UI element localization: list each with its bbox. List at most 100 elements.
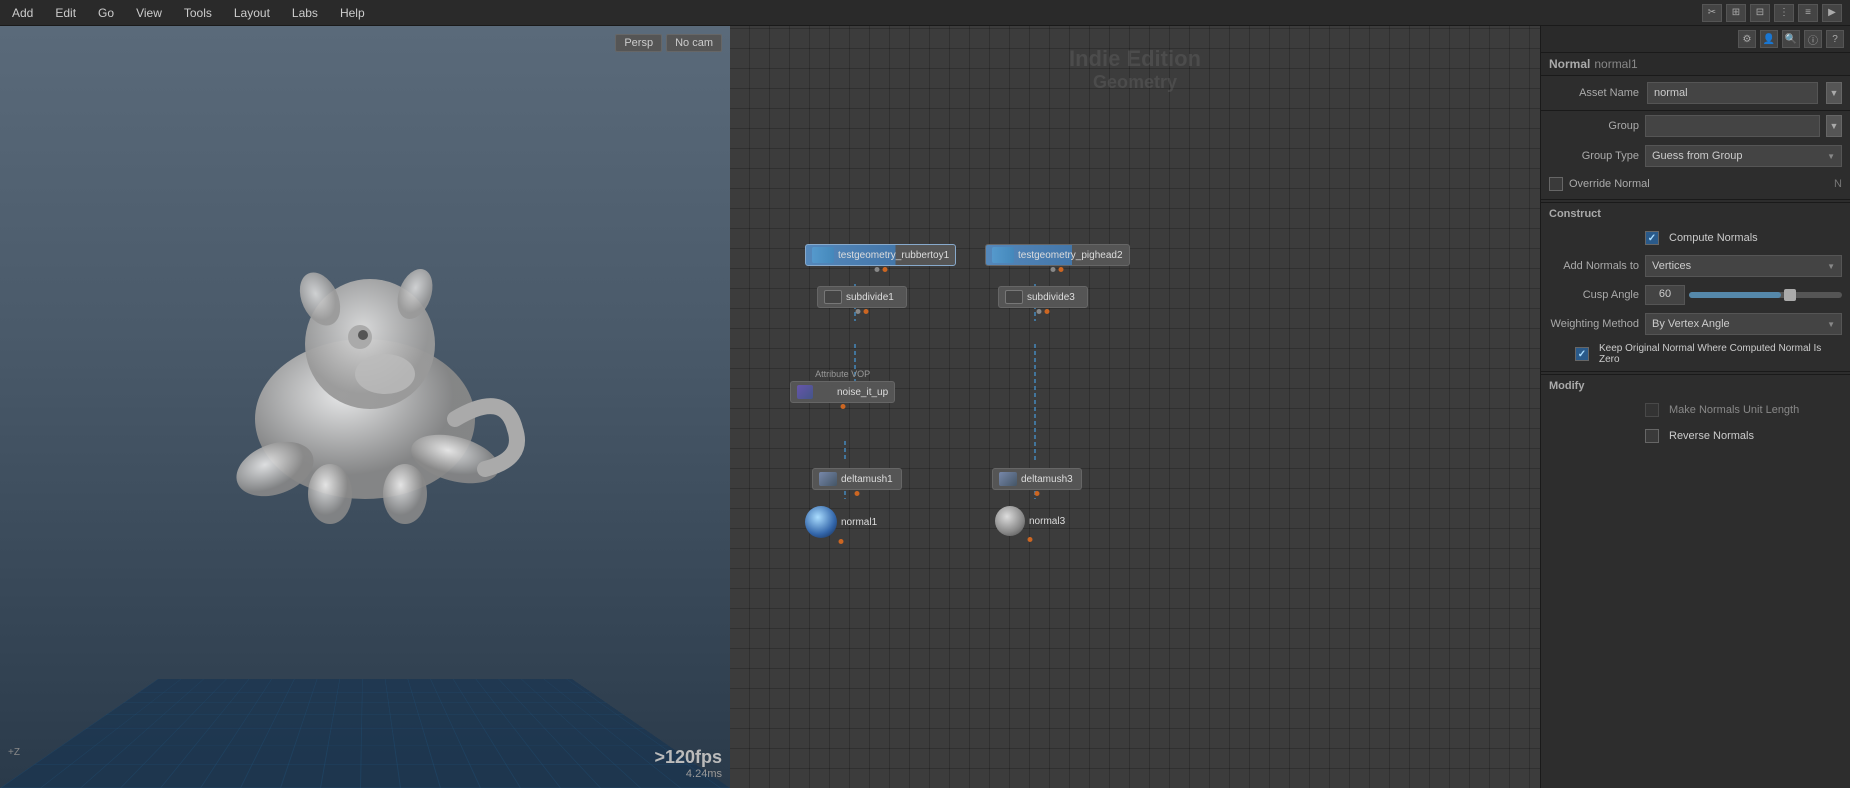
cusp-angle-slider-thumb[interactable]	[1784, 289, 1796, 301]
persp-button[interactable]: Persp	[615, 34, 662, 52]
node-thumb-delta1	[819, 472, 837, 486]
compute-normals-checkbox[interactable]: ✓	[1645, 231, 1659, 245]
asset-name-arrow[interactable]: ▼	[1826, 82, 1842, 104]
node-thumb-subdivide3	[1005, 290, 1023, 304]
node-deltamush1[interactable]: deltamush1	[812, 468, 902, 490]
panel-settings-icon[interactable]: ⚙	[1738, 30, 1756, 48]
group-label: Group	[1549, 120, 1639, 132]
cusp-angle-row: Cusp Angle 60	[1541, 281, 1850, 309]
tool-icon-grid2[interactable]: ⊟	[1750, 4, 1770, 22]
node-label-noise: noise_it_up	[837, 387, 888, 398]
node-thumb-subdivide1	[824, 290, 842, 304]
cusp-angle-slider-container: 60	[1645, 285, 1842, 305]
weighting-method-arrow: ▼	[1827, 320, 1835, 329]
group-type-dropdown-arrow: ▼	[1827, 152, 1835, 161]
node-thumb-pighead	[992, 247, 1014, 263]
divider1	[1541, 199, 1850, 200]
checkmark2: ✓	[1578, 349, 1586, 360]
add-normals-arrow: ▼	[1827, 262, 1835, 271]
menu-item-go[interactable]: Go	[94, 4, 118, 22]
node-label-normal3: normal3	[1029, 516, 1065, 527]
node-testgeometry-rubbertoy1[interactable]: testgeometry_rubbertoy1	[805, 244, 956, 266]
node-subdivide3[interactable]: subdivide3	[998, 286, 1088, 308]
compute-normals-row: ✓ Compute Normals	[1541, 225, 1850, 251]
panel-node-type: Normal	[1549, 57, 1590, 71]
panel-node-name: normal1	[1594, 57, 1637, 71]
menu-item-layout[interactable]: Layout	[230, 4, 274, 22]
group-arrow[interactable]: ▼	[1826, 115, 1842, 137]
group-type-label: Group Type	[1549, 150, 1639, 162]
tool-icon-grid[interactable]: ⊞	[1726, 4, 1746, 22]
node-dots-sub1	[856, 309, 869, 314]
node-deltamush3[interactable]: deltamush3	[992, 468, 1082, 490]
node-normal3[interactable]: normal3	[995, 506, 1065, 536]
divider2	[1541, 371, 1850, 372]
node-graph[interactable]: Indie Edition Geometry testgeometry_rubb	[730, 26, 1540, 788]
node-noise-it-up[interactable]: Attribute VOP noise_it_up	[790, 381, 895, 403]
reverse-normals-label: Reverse Normals	[1669, 430, 1754, 442]
node-label-deltamush1: deltamush1	[841, 474, 893, 485]
node-dots-noise	[840, 404, 845, 409]
menu-item-help[interactable]: Help	[336, 4, 369, 22]
asset-name-value[interactable]: normal	[1647, 82, 1818, 104]
tool-icon-arrow[interactable]: ▶	[1822, 4, 1842, 22]
node-subdivide1[interactable]: subdivide1	[817, 286, 907, 308]
node-thumb-noise	[797, 385, 813, 399]
dot1	[839, 539, 844, 544]
right-panel: ⚙ 👤 🔍 ⓘ ? Normal normal1 Asset Name norm…	[1540, 26, 1850, 788]
node-dots-normal3	[1028, 537, 1033, 542]
3d-model	[175, 199, 555, 539]
menu-item-edit[interactable]: Edit	[51, 4, 80, 22]
node-sublabel-attrvop: Attribute VOP	[815, 369, 870, 379]
panel-help-icon[interactable]: ?	[1826, 30, 1844, 48]
weighting-method-label: Weighting Method	[1549, 318, 1639, 330]
cusp-angle-input[interactable]: 60	[1645, 285, 1685, 305]
dot2	[1059, 267, 1064, 272]
graph-watermark: Indie Edition Geometry	[1069, 46, 1201, 93]
node-thumb-delta3	[999, 472, 1017, 486]
weighting-method-dropdown[interactable]: By Vertex Angle ▼	[1645, 313, 1842, 335]
node-dots-sub3	[1037, 309, 1050, 314]
group-input[interactable]	[1645, 115, 1820, 137]
menu-bar: Add Edit Go View Tools Layout Labs Help …	[0, 0, 1850, 26]
modify-header: Modify	[1541, 374, 1850, 397]
add-normals-dropdown[interactable]: Vertices ▼	[1645, 255, 1842, 277]
menu-item-labs[interactable]: Labs	[288, 4, 322, 22]
construct-header: Construct	[1541, 202, 1850, 225]
node-label-pighead: testgeometry_pighead2	[1018, 250, 1123, 261]
make-unit-checkbox[interactable]	[1645, 403, 1659, 417]
viewport-3d[interactable]: Persp No cam >120fps 4.24ms +Z	[0, 26, 730, 788]
panel-person-icon[interactable]: 👤	[1760, 30, 1778, 48]
cusp-angle-slider-track[interactable]	[1689, 292, 1842, 298]
dot1	[856, 309, 861, 314]
dot1	[840, 404, 845, 409]
keep-original-checkbox[interactable]: ✓	[1575, 347, 1589, 361]
node-label-rubbertoy: testgeometry_rubbertoy1	[838, 250, 949, 261]
override-normal-row: Override Normal N	[1541, 171, 1850, 197]
compute-normals-label: Compute Normals	[1669, 232, 1758, 244]
override-normal-checkbox[interactable]	[1549, 177, 1563, 191]
menu-item-tools[interactable]: Tools	[180, 4, 216, 22]
tool-icon-scissors[interactable]: ✂	[1702, 4, 1722, 22]
cusp-angle-slider-fill	[1689, 292, 1781, 298]
node-thumb-rubbertoy	[812, 247, 834, 263]
tool-icon-columns[interactable]: ⋮	[1774, 4, 1794, 22]
dot2	[1045, 309, 1050, 314]
menu-item-add[interactable]: Add	[8, 4, 37, 22]
panel-search-icon[interactable]: 🔍	[1782, 30, 1800, 48]
graph-indie-label: Indie Edition	[1069, 46, 1201, 72]
add-normals-label: Add Normals to	[1549, 260, 1639, 272]
dot1	[1035, 491, 1040, 496]
reverse-normals-checkbox[interactable]	[1645, 429, 1659, 443]
tool-icon-table[interactable]: ≡	[1798, 4, 1818, 22]
menu-item-view[interactable]: View	[132, 4, 166, 22]
dot1	[855, 491, 860, 496]
fps-value: >120fps	[654, 747, 722, 768]
cam-button[interactable]: No cam	[666, 34, 722, 52]
connections-svg	[730, 26, 1540, 788]
node-testgeometry-pighead2[interactable]: testgeometry_pighead2	[985, 244, 1130, 266]
dot2	[882, 267, 887, 272]
panel-info-icon[interactable]: ⓘ	[1804, 30, 1822, 48]
group-type-dropdown[interactable]: Guess from Group ▼	[1645, 145, 1842, 167]
node-normal1[interactable]: normal1	[805, 506, 877, 538]
